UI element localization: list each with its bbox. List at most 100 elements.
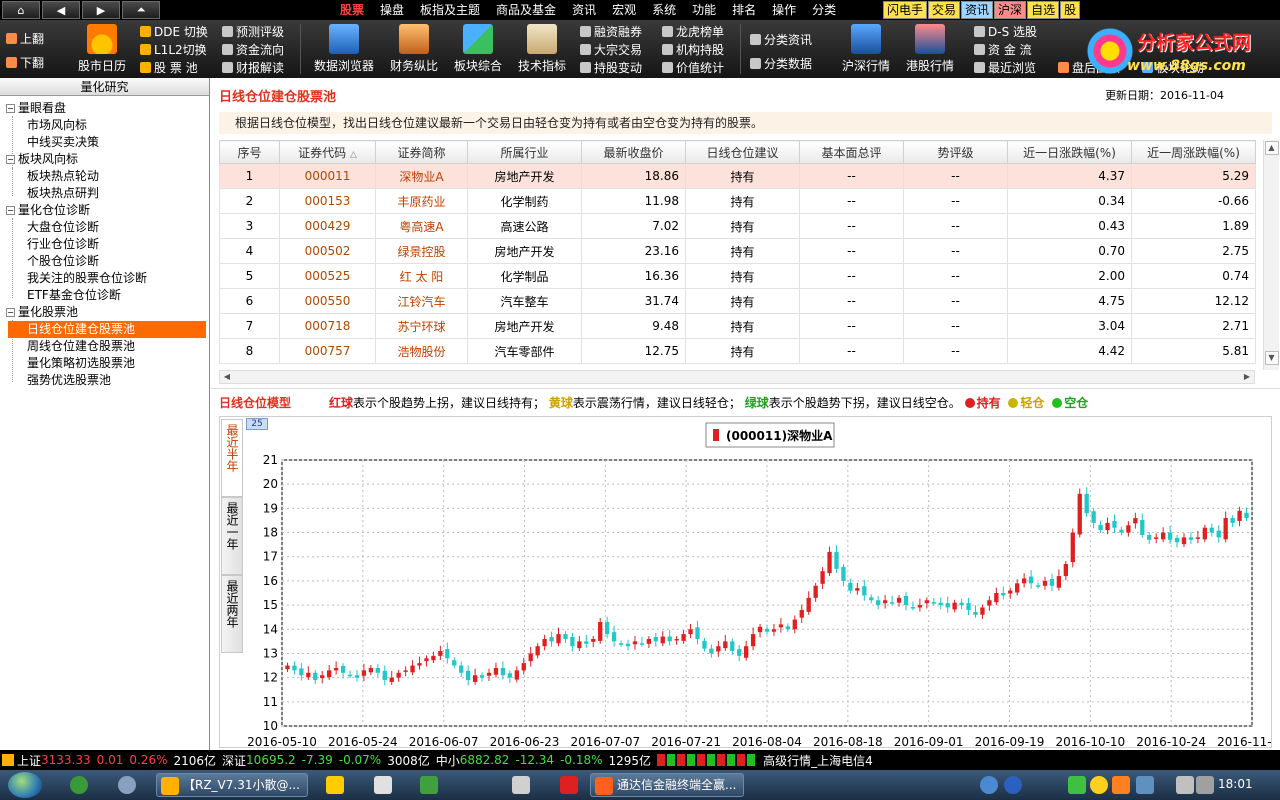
cell-code[interactable]: 000429 bbox=[279, 213, 376, 239]
scroll-right-icon[interactable]: ▶ bbox=[1240, 371, 1254, 383]
menu-trading[interactable]: 操盘 bbox=[372, 0, 412, 20]
collapse-toggle-icon[interactable]: − bbox=[6, 308, 15, 317]
browser-icon[interactable] bbox=[70, 776, 88, 794]
menu-system[interactable]: 系统 bbox=[644, 0, 684, 20]
page-up-button[interactable]: 上翻 bbox=[6, 30, 44, 47]
scroll-down-icon[interactable]: ▼ bbox=[1264, 351, 1279, 365]
tree-item-weekly-pool[interactable]: 周线仓位建仓股票池 bbox=[27, 338, 135, 355]
col-header-index[interactable]: 序号 bbox=[219, 140, 280, 164]
tray-volume-icon[interactable] bbox=[1196, 776, 1214, 794]
cell-code[interactable]: 000153 bbox=[279, 188, 376, 214]
menu-commodity-fund[interactable]: 商品及基金 bbox=[488, 0, 564, 20]
tech-indicators-button[interactable]: 技术指标 bbox=[514, 24, 570, 74]
sh-sz-quotes-button[interactable]: 沪深行情 bbox=[838, 24, 894, 74]
tree-item-market-position[interactable]: 大盘仓位诊断 bbox=[27, 219, 99, 236]
tree-group-position-diagnosis[interactable]: − 量化仓位诊断 bbox=[6, 202, 90, 219]
cell-code[interactable]: 000718 bbox=[279, 313, 376, 339]
financial-analysis-button[interactable]: 财报解读 bbox=[222, 59, 284, 76]
collapse-toggle-icon[interactable]: − bbox=[6, 104, 15, 113]
scroll-left-icon[interactable]: ◀ bbox=[220, 371, 234, 383]
col-header-close[interactable]: 最新收盘价 bbox=[581, 140, 686, 164]
tray-display-icon[interactable] bbox=[1176, 776, 1194, 794]
institution-holdings-button[interactable]: 机构持股 bbox=[662, 41, 724, 58]
capital-flow-button[interactable]: 资金流向 bbox=[222, 41, 284, 58]
taskbar-window-rz[interactable]: 【RZ_V7.31小散@... bbox=[156, 773, 308, 797]
quick-tab-flash[interactable]: 闪电手 bbox=[883, 1, 928, 19]
ie-icon[interactable] bbox=[118, 776, 136, 794]
tree-item-etf-position[interactable]: ETF基金仓位诊断 bbox=[27, 287, 121, 304]
category-data-button[interactable]: 分类数据 bbox=[750, 55, 812, 72]
quick-tab-trade[interactable]: 交易 bbox=[928, 1, 961, 19]
data-browser-button[interactable]: 数据浏览器 bbox=[312, 24, 376, 74]
stock-pool-button[interactable]: 股 票 池 bbox=[140, 59, 198, 76]
margin-trading-button[interactable]: 融资融券 bbox=[580, 23, 642, 40]
forward-button[interactable]: ▶ bbox=[82, 1, 120, 19]
menu-index-theme[interactable]: 板指及主题 bbox=[412, 0, 488, 20]
cell-name[interactable]: 丰原药业 bbox=[375, 188, 468, 214]
value-stats-button[interactable]: 价值统计 bbox=[662, 59, 724, 76]
back-button[interactable]: ◀ bbox=[42, 1, 80, 19]
col-header-position[interactable]: 日线仓位建议 bbox=[685, 140, 800, 164]
tab-half-year[interactable]: 最近半年 bbox=[221, 419, 243, 497]
tray-shield-icon[interactable] bbox=[1068, 776, 1086, 794]
tree-item-sector-rotation[interactable]: 板块热点轮动 bbox=[27, 168, 99, 185]
collapse-toggle-icon[interactable]: − bbox=[6, 155, 15, 164]
tray-app-icon[interactable] bbox=[1112, 776, 1130, 794]
app-icon[interactable] bbox=[420, 776, 438, 794]
recent-browse-button[interactable]: 最近浏览 bbox=[974, 59, 1036, 76]
cell-code[interactable]: 000502 bbox=[279, 238, 376, 264]
category-news-button[interactable]: 分类资讯 bbox=[750, 31, 812, 48]
tray-plus-icon[interactable] bbox=[1090, 776, 1108, 794]
table-row[interactable]: 6 000550 江铃汽车 汽车整车 31.74 持有 -- -- 4.75 12.12 bbox=[219, 288, 1256, 314]
menu-macro[interactable]: 宏观 bbox=[604, 0, 644, 20]
forecast-rating-button[interactable]: 预测评级 bbox=[222, 23, 284, 40]
financial-compare-button[interactable]: 财务纵比 bbox=[386, 24, 442, 74]
tree-item-midterm-decision[interactable]: 中线买卖决策 bbox=[27, 134, 99, 151]
table-row[interactable]: 4 000502 绿景控股 房地产开发 23.16 持有 -- -- 0.70 2.75 bbox=[219, 238, 1256, 264]
table-vertical-scrollbar[interactable]: ▲ ▼ bbox=[1263, 140, 1279, 370]
holdings-change-button[interactable]: 持股变动 bbox=[580, 59, 642, 76]
tree-group-stock-pool[interactable]: − 量化股票池 bbox=[6, 304, 78, 321]
quick-tab-news[interactable]: 资讯 bbox=[961, 1, 994, 19]
cell-code[interactable]: 000550 bbox=[279, 288, 376, 314]
media-player-icon[interactable] bbox=[326, 776, 344, 794]
status-menu-icon[interactable] bbox=[2, 754, 14, 766]
ds-selection-button[interactable]: D-S 选股 bbox=[974, 23, 1037, 40]
home-button[interactable]: ⌂ bbox=[2, 1, 40, 19]
cell-name[interactable]: 绿景控股 bbox=[375, 238, 468, 264]
app-icon[interactable] bbox=[374, 776, 392, 794]
fund-flow-button[interactable]: 资 金 流 bbox=[974, 41, 1032, 58]
col-header-name[interactable]: 证券简称 bbox=[375, 140, 468, 164]
cell-name[interactable]: 粤高速A bbox=[375, 213, 468, 239]
tree-item-watchlist-position[interactable]: 我关注的股票仓位诊断 bbox=[27, 270, 147, 287]
quick-tab-watchlist[interactable]: 自选 bbox=[1027, 1, 1060, 19]
quick-tab-stock[interactable]: 股 bbox=[1060, 1, 1081, 19]
tree-item-industry-position[interactable]: 行业仓位诊断 bbox=[27, 236, 99, 253]
menu-ranking[interactable]: 排名 bbox=[724, 0, 764, 20]
cell-name[interactable]: 红 太 阳 bbox=[375, 263, 468, 289]
cell-name[interactable]: 苏宁环球 bbox=[375, 313, 468, 339]
col-header-day-change[interactable]: 近一日涨跌幅(%) bbox=[1007, 140, 1132, 164]
menu-category[interactable]: 分类 bbox=[804, 0, 844, 20]
tree-item-stock-position[interactable]: 个股仓位诊断 bbox=[27, 253, 99, 270]
table-row[interactable]: 2 000153 丰原药业 化学制药 11.98 持有 -- -- 0.34 -0.66 bbox=[219, 188, 1256, 214]
tree-group-sector-indicator[interactable]: − 板块风向标 bbox=[6, 151, 78, 168]
table-horizontal-scrollbar[interactable]: ◀ ▶ bbox=[219, 370, 1255, 384]
table-row[interactable]: 1 000011 深物业A 房地产开发 18.86 持有 -- -- 4.37 5.29 bbox=[219, 163, 1256, 189]
cell-code[interactable]: 000525 bbox=[279, 263, 376, 289]
tab-two-years[interactable]: 最近两年 bbox=[221, 575, 243, 653]
table-row[interactable]: 7 000718 苏宁环球 房地产开发 9.48 持有 -- -- 3.04 2.71 bbox=[219, 313, 1256, 339]
table-row[interactable]: 3 000429 粤高速A 高速公路 7.02 持有 -- -- 0.43 1.89 bbox=[219, 213, 1256, 239]
collapse-toggle-icon[interactable]: − bbox=[6, 206, 15, 215]
dragon-tiger-button[interactable]: 龙虎榜单 bbox=[662, 23, 724, 40]
block-trades-button[interactable]: 大宗交易 bbox=[580, 41, 642, 58]
hk-quotes-button[interactable]: 港股行情 bbox=[902, 24, 958, 74]
cell-code[interactable]: 000011 bbox=[279, 163, 376, 189]
menu-stocks[interactable]: 股票 bbox=[332, 0, 372, 20]
cell-code[interactable]: 000757 bbox=[279, 338, 376, 364]
cell-name[interactable]: 江铃汽车 bbox=[375, 288, 468, 314]
taskbar-window-tdx[interactable]: 通达信金融终端全赢... bbox=[590, 773, 744, 797]
tree-item-market-indicator[interactable]: 市场风向标 bbox=[27, 117, 87, 134]
l1l2-switch-button[interactable]: L1L2切换 bbox=[140, 41, 207, 58]
start-orb-icon[interactable] bbox=[8, 772, 42, 798]
